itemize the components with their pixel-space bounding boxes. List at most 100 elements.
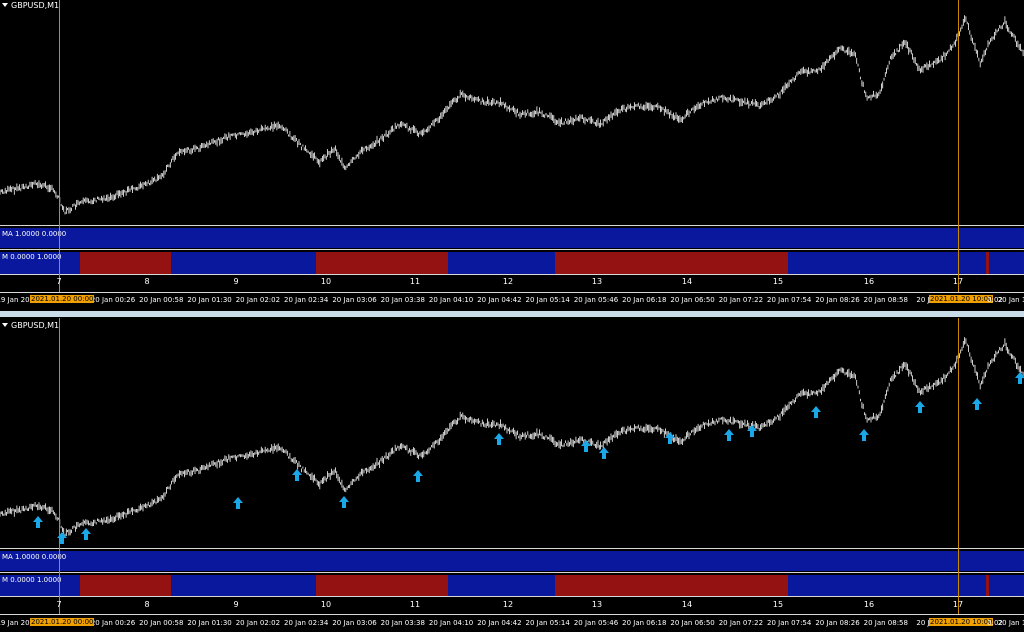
top-ind1-label: MA 1.0000 0.0000 [2,230,67,238]
up-arrow-icon [747,425,757,437]
top-ind1-separator [0,249,1024,250]
day-label: 8 [144,277,150,286]
up-arrow-icon [581,440,591,452]
top-left-highlight: 2021.01.20 00:00 [30,295,95,303]
bottom-indicator-ma[interactable] [0,551,1024,571]
bottom-ind2-separator [0,596,1024,597]
bottom-chart-panel[interactable]: GBPUSD,M1 MA 1.0000 0.0000 M 0.0000 1.00… [0,318,1024,632]
day-label: 14 [681,277,693,286]
time-label: 20 Jan 07:54 [767,619,812,627]
time-label: 20 Jan 06:50 [670,296,715,304]
top-marker-line-right [958,0,959,293]
up-arrow-icon [859,429,869,441]
time-label: 20 Jan 07:22 [718,296,764,304]
up-arrow-icon [413,470,423,482]
time-label: 20 Jan 00:58 [139,296,184,304]
panel-divider[interactable] [0,311,1024,317]
time-label: 20 Jan 08:58 [863,296,908,304]
top-ind2-label: M 0.0000 1.0000 [2,253,62,261]
up-arrow-icon [233,497,243,509]
time-label: 20 Jan 03:06 [332,296,377,304]
up-arrow-icon [33,516,43,528]
day-label: 7 [56,600,62,609]
day-label: 10 [320,600,332,609]
top-chart-panel[interactable]: GBPUSD,M1 MA 1.0000 0.0000 M 0.0000 1.00… [0,0,1024,312]
day-label: 9 [233,277,239,286]
top-m-red-segment [80,252,171,274]
bottom-price-chart[interactable] [0,318,1024,546]
day-label: 15 [772,277,784,286]
bottom-time-axis-line [0,614,1024,615]
time-label: 20 Jan 06:18 [622,619,667,627]
top-right-tail-label: 20 Jan 1 [997,296,1024,304]
time-label: 20 Jan 04:10 [428,619,474,627]
time-label: 20 Jan 04:42 [477,619,522,627]
time-label: 20 Jan 01:30 [187,296,232,304]
up-arrow-icon [599,447,609,459]
top-time-axis-line [0,292,1024,293]
day-label: 10 [320,277,332,286]
bottom-m-red-segment [986,575,989,596]
top-indicator-ma[interactable] [0,228,1024,248]
top-marker-line-left [59,0,60,293]
time-label: 20 Jan 08:26 [815,296,860,304]
bottom-ind1-label: MA 1.0000 0.0000 [2,553,67,561]
up-arrow-icon [57,532,67,544]
time-label: 20 Jan 04:10 [428,296,474,304]
time-label: 20 Jan 02:34 [284,619,329,627]
day-label: 12 [502,277,514,286]
price-bars [0,15,1024,215]
time-label: 20 Jan 05:14 [525,296,570,304]
up-arrow-icon [665,432,675,444]
up-arrow-icon [972,398,982,410]
time-label: 20 Jan 00:26 [90,296,136,304]
time-label: 20 Jan 00:58 [139,619,184,627]
time-label: 20 Jan 06:18 [622,296,667,304]
up-arrow-icon [1015,372,1024,384]
time-label: 20 Jan 02:34 [284,296,329,304]
up-arrow-icon [915,401,925,413]
day-label: 13 [591,600,603,609]
time-label: 20 Jan 04:42 [477,296,522,304]
bottom-indicator-m[interactable] [0,575,1024,596]
bottom-m-red-segment [80,575,171,596]
day-label: 11 [409,600,421,609]
up-arrow-icon [81,528,91,540]
time-label: 20 Jan 07:54 [767,296,812,304]
day-label: 13 [591,277,603,286]
up-arrow-icon [292,469,302,481]
bottom-left-highlight: 2021.01.20 00:00 [30,618,95,626]
bottom-marker-line-right [958,318,959,615]
time-label: 20 Jan 05:14 [525,619,570,627]
day-label: 17 [952,600,964,609]
bottom-ind2-label: M 0.0000 1.0000 [2,576,62,584]
up-arrow-icon [494,433,504,445]
top-right-highlight: 2021.01.20 10:00 [929,295,994,303]
time-label: 20 Jan 06:50 [670,619,715,627]
time-label: 20 Jan 01:30 [187,619,232,627]
top-price-chart[interactable] [0,0,1024,224]
day-label: 12 [502,600,514,609]
time-label: 20 Jan 02:02 [235,619,281,627]
bottom-right-highlight: 2021.01.20 10:00 [929,618,994,626]
time-label: 20 Jan 03:06 [332,619,377,627]
day-label: 15 [772,600,784,609]
bottom-left-cut-label: 19 Jan 20 [0,619,30,627]
bottom-marker-line-left [59,318,60,615]
bottom-ind1-separator [0,572,1024,573]
top-left-cut-label: 19 Jan 20 [0,296,30,304]
day-label: 17 [952,277,964,286]
day-label: 8 [144,600,150,609]
time-label: 20 Jan 02:02 [235,296,281,304]
up-arrow-icon [339,496,349,508]
bottom-price-separator [0,548,1024,549]
time-label: 20 Jan 05:46 [573,619,619,627]
time-label: 20 Jan 07:22 [718,619,764,627]
day-label: 16 [863,277,875,286]
bottom-right-tail-label: 20 Jan 1 [997,619,1024,627]
top-indicator-m[interactable] [0,252,1024,274]
day-label: 14 [681,600,693,609]
up-arrow-icon [811,406,821,418]
day-label: 11 [409,277,421,286]
top-ind2-separator [0,274,1024,275]
